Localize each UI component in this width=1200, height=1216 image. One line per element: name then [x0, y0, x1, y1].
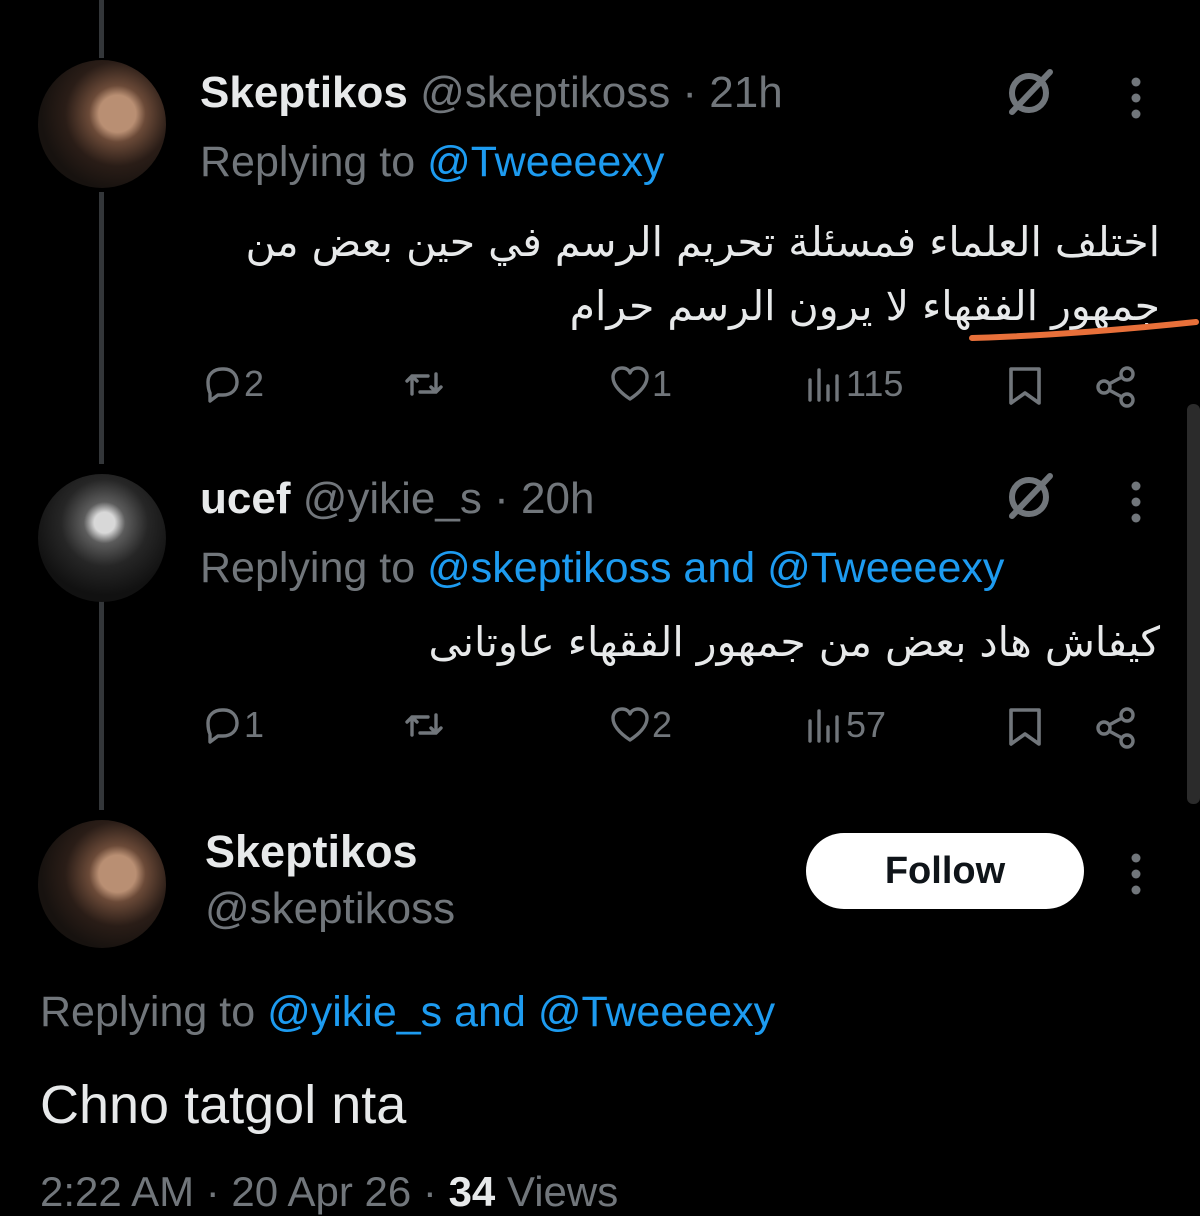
- views-icon: [808, 368, 839, 402]
- retweet-button[interactable]: [402, 362, 446, 406]
- more-icon[interactable]: [1126, 480, 1146, 529]
- more-icon[interactable]: [1126, 76, 1146, 125]
- tweet-text: كيفاش هاد بعض من جمهور الفقهاء عاوتانى: [428, 618, 1160, 666]
- views-button[interactable]: 115: [802, 362, 903, 406]
- retweet-icon: [405, 372, 443, 396]
- grok-icon[interactable]: [1002, 468, 1058, 529]
- scrollbar[interactable]: [1187, 404, 1200, 804]
- thread-line-2: [99, 600, 104, 810]
- replying-prefix: Replying to: [200, 138, 416, 186]
- replying-prefix: Replying to: [40, 988, 256, 1036]
- retweet-button[interactable]: [402, 703, 446, 747]
- retweet-icon: [405, 713, 443, 737]
- avatar[interactable]: [38, 820, 166, 948]
- timestamp[interactable]: · 21h: [682, 68, 782, 117]
- bookmark-button[interactable]: [1004, 364, 1048, 413]
- bookmark-icon: [1009, 367, 1041, 405]
- handle[interactable]: @skeptikoss: [205, 884, 455, 934]
- share-icon: [1096, 366, 1135, 408]
- tweet-meta: 2:22 AM · 20 Apr 26 · 34 Views: [40, 1168, 618, 1216]
- replying-to: Replying to @yikie_s and @Tweeeexy: [40, 988, 775, 1037]
- display-name[interactable]: Skeptikos: [205, 826, 418, 878]
- reply-icon: [206, 367, 239, 403]
- thread-line-1: [99, 192, 104, 464]
- tweet-header: ucef @yikie_s · 20h: [200, 474, 594, 524]
- like-button[interactable]: 1: [608, 362, 672, 406]
- views-count: 115: [846, 363, 904, 404]
- thread-line-top: [99, 0, 104, 58]
- views-count: 57: [846, 704, 887, 745]
- like-count: 1: [652, 363, 673, 404]
- tweet-text: Chno tatgol nta: [40, 1075, 407, 1135]
- display-name[interactable]: ucef: [200, 474, 290, 523]
- display-name[interactable]: Skeptikos: [200, 68, 408, 117]
- timestamp[interactable]: · 20h: [494, 474, 594, 523]
- reply-icon: [206, 708, 239, 744]
- share-icon: [1096, 707, 1135, 749]
- reply-button[interactable]: 1: [200, 703, 264, 747]
- tweet-header: Skeptikos @skeptikoss · 21h: [200, 68, 783, 118]
- mention-link[interactable]: @yikie_s and @Tweeeexy: [267, 988, 775, 1036]
- highlight-underline: [969, 319, 1199, 341]
- more-icon[interactable]: [1126, 852, 1146, 901]
- like-icon: [611, 366, 649, 401]
- views-icon: [808, 709, 839, 743]
- reply-button[interactable]: 2: [200, 362, 264, 406]
- views-count: 34: [448, 1168, 496, 1215]
- avatar[interactable]: [38, 474, 166, 602]
- tweet-text-line-1: اختلف العلماء فمسئلة تحريم الرسم في حين …: [245, 218, 1160, 266]
- share-button[interactable]: [1094, 705, 1140, 756]
- mention-link[interactable]: @skeptikoss and @Tweeeexy: [427, 544, 1004, 592]
- views-button[interactable]: 57: [802, 703, 886, 747]
- reply-count: 2: [244, 363, 265, 404]
- like-icon: [611, 707, 649, 742]
- views-label: Views: [506, 1168, 619, 1215]
- replying-to: Replying to @skeptikoss and @Tweeeexy: [200, 544, 1004, 593]
- like-button[interactable]: 2: [608, 703, 672, 747]
- follow-button[interactable]: Follow: [806, 833, 1084, 909]
- handle[interactable]: @skeptikoss: [420, 68, 670, 117]
- avatar[interactable]: [38, 60, 166, 188]
- bookmark-icon: [1009, 708, 1041, 746]
- replying-to: Replying to @Tweeeexy: [200, 138, 664, 187]
- like-count: 2: [652, 704, 673, 745]
- replying-prefix: Replying to: [200, 544, 416, 592]
- tweet-timestamp[interactable]: 2:22 AM · 20 Apr 26 ·: [40, 1168, 437, 1215]
- reply-count: 1: [244, 704, 265, 745]
- mention-link[interactable]: @Tweeeexy: [427, 138, 664, 186]
- handle[interactable]: @yikie_s: [303, 474, 482, 523]
- bookmark-button[interactable]: [1004, 705, 1048, 754]
- grok-icon[interactable]: [1002, 64, 1058, 125]
- share-button[interactable]: [1094, 364, 1140, 415]
